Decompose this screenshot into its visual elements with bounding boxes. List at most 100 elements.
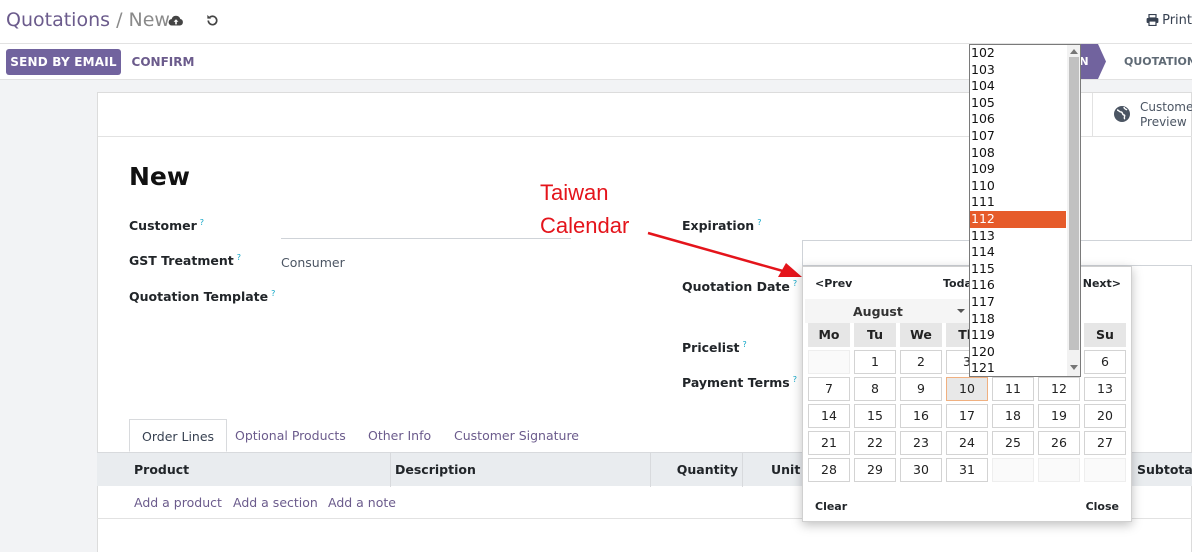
year-list-scrollbar[interactable] [1067,45,1080,376]
calendar-day[interactable]: 20 [1084,404,1126,428]
breadcrumb-separator: / [116,9,123,31]
calendar-day[interactable]: 8 [854,377,896,401]
year-option[interactable]: 119 [970,327,1066,344]
year-option[interactable]: 116 [970,277,1066,294]
calendar-day[interactable]: 23 [900,431,942,455]
calendar-day[interactable]: 13 [1084,377,1126,401]
calendar-day[interactable]: 19 [1038,404,1080,428]
customer-input[interactable] [281,238,571,239]
cloud-upload-icon[interactable] [168,13,184,29]
year-option[interactable]: 104 [970,78,1066,95]
year-option[interactable]: 121 [970,360,1066,376]
year-option[interactable]: 114 [970,244,1066,261]
datepicker-next-button[interactable]: Next> [1083,277,1121,290]
annotation-taiwan-calendar: Taiwan Calendar [540,180,630,238]
weekday-header: Tu [854,323,896,347]
column-unit-price[interactable]: Unit P [742,453,814,487]
year-option[interactable]: 103 [970,62,1066,79]
year-option[interactable]: 109 [970,161,1066,178]
calendar-empty-cell [992,458,1034,482]
calendar-day[interactable]: 21 [808,431,850,455]
help-icon[interactable]: ? [271,289,275,298]
year-option[interactable]: 107 [970,128,1066,145]
calendar-empty-cell [808,350,850,374]
send-by-email-button[interactable]: SEND BY EMAIL [6,49,121,75]
year-option[interactable]: 113 [970,228,1066,245]
add-section-link[interactable]: Add a section [233,495,318,510]
column-quantity[interactable]: Quantity [650,453,742,487]
help-icon[interactable]: ? [200,218,204,227]
quotation-template-label: Quotation Template? [129,289,276,305]
scrollbar-thumb[interactable] [1069,57,1079,350]
tab-order-lines[interactable]: Order Lines [129,419,228,452]
column-description[interactable]: Description [390,453,650,487]
add-note-link[interactable]: Add a note [328,495,396,510]
year-option[interactable]: 120 [970,344,1066,361]
calendar-day[interactable]: 30 [900,458,942,482]
calendar-day[interactable]: 7 [808,377,850,401]
customer-preview-button[interactable]: Customer Preview [1092,93,1192,137]
month-select[interactable]: August [805,299,969,323]
calendar-day[interactable]: 9 [900,377,942,401]
tab-optional-products[interactable]: Optional Products [235,419,346,452]
year-option[interactable]: 115 [970,261,1066,278]
datepicker-prev-button[interactable]: <Prev [815,277,852,290]
breadcrumb: Quotations / New [6,9,170,31]
year-option[interactable]: 112 [970,211,1066,228]
add-product-link[interactable]: Add a product [134,495,222,510]
calendar-day[interactable]: 16 [900,404,942,428]
payment-terms-label: Payment Terms? [682,375,797,391]
year-option[interactable]: 108 [970,145,1066,162]
calendar-day[interactable]: 27 [1084,431,1126,455]
help-icon[interactable]: ? [237,253,241,262]
year-option[interactable]: 118 [970,311,1066,328]
record-title: New [129,162,190,191]
calendar-day[interactable]: 24 [946,431,988,455]
calendar-day[interactable]: 29 [854,458,896,482]
calendar-day[interactable]: 12 [1038,377,1080,401]
year-option[interactable]: 106 [970,111,1066,128]
calendar-day[interactable]: 31 [946,458,988,482]
year-option[interactable]: 110 [970,178,1066,195]
calendar-day[interactable]: 26 [1038,431,1080,455]
confirm-button[interactable]: CONFIRM [126,49,200,75]
calendar-day[interactable]: 28 [808,458,850,482]
calendar-day[interactable]: 22 [854,431,896,455]
breadcrumb-parent[interactable]: Quotations [6,9,110,31]
calendar-day[interactable]: 18 [992,404,1034,428]
calendar-day[interactable]: 6 [1084,350,1126,374]
calendar-day[interactable]: 1 [854,350,896,374]
gst-treatment-label: GST Treatment? [129,253,241,269]
calendar-day[interactable]: 2 [900,350,942,374]
calendar-day[interactable]: 25 [992,431,1034,455]
year-option[interactable]: 117 [970,294,1066,311]
annotation-arrow [647,231,802,277]
calendar-day[interactable]: 15 [854,404,896,428]
column-product[interactable]: Product [130,453,390,487]
scroll-up-arrow-icon[interactable] [1070,49,1078,54]
year-select-dropdown[interactable]: 102 103 104 105 106 107 108 109 110 111 112 113 114 1… [969,44,1081,377]
year-option[interactable]: 102 [970,45,1066,62]
tab-customer-signature[interactable]: Customer Signature [454,419,579,452]
tab-other-info[interactable]: Other Info [368,419,431,452]
customer-label: Customer? [129,218,204,234]
datepicker-clear-button[interactable]: Clear [815,500,847,513]
pricelist-label: Pricelist? [682,340,747,356]
help-icon[interactable]: ? [793,375,797,384]
breadcrumb-current: New [128,9,170,31]
gst-treatment-value[interactable]: Consumer [281,255,345,270]
status-stage-quotation[interactable]: QUOTATION [1124,55,1192,68]
discard-icon[interactable] [205,13,220,28]
weekday-header: Su [1084,323,1126,347]
column-subtotal[interactable]: Subtotal [1137,453,1192,487]
help-icon[interactable]: ? [742,340,746,349]
year-option[interactable]: 111 [970,194,1066,211]
calendar-day[interactable]: 14 [808,404,850,428]
print-button[interactable]: Print [1146,13,1192,28]
calendar-day[interactable]: 10 [946,377,988,401]
scroll-down-arrow-icon[interactable] [1070,365,1078,370]
datepicker-close-button[interactable]: Close [1086,500,1119,513]
calendar-day[interactable]: 11 [992,377,1034,401]
year-option[interactable]: 105 [970,95,1066,112]
calendar-day[interactable]: 17 [946,404,988,428]
